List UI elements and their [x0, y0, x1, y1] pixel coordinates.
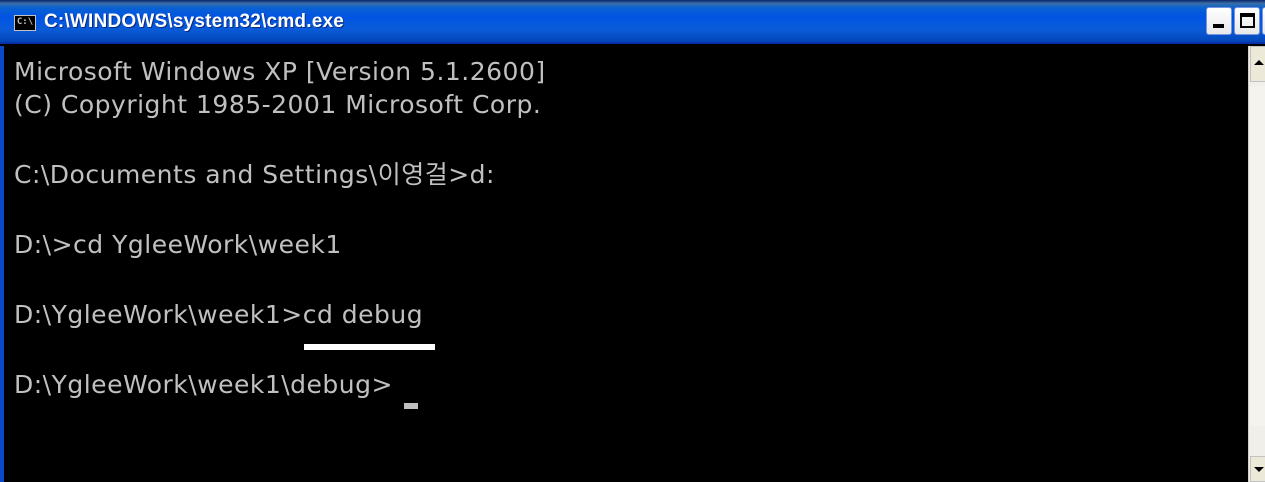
- arrow-up-icon: [1254, 60, 1264, 65]
- cmd-app-icon[interactable]: C:\: [14, 15, 36, 31]
- console-line: D:\YgleeWork\week1>cd debug: [14, 300, 424, 329]
- maximize-button[interactable]: [1234, 7, 1260, 35]
- scrollbar-track[interactable]: [1250, 86, 1265, 426]
- console-line: Microsoft Windows XP [Version 5.1.2600]: [14, 57, 546, 86]
- console-output[interactable]: Microsoft Windows XP [Version 5.1.2600] …: [0, 46, 1248, 482]
- console-line: D:\>cd YgleeWork\week1: [14, 230, 342, 259]
- console-line: C:\Documents and Settings\이영걸>d:: [14, 160, 495, 189]
- console-prompt-line: D:\YgleeWork\week1\debug>: [14, 370, 393, 399]
- maximize-icon: [1240, 13, 1255, 28]
- arrow-down-icon: [1254, 467, 1264, 472]
- window-title: C:\WINDOWS\system32\cmd.exe: [44, 11, 344, 32]
- title-bar[interactable]: C:\ C:\WINDOWS\system32\cmd.exe ×: [0, 0, 1265, 44]
- console-line: (C) Copyright 1985-2001 Microsoft Corp.: [14, 90, 542, 119]
- minimize-icon: [1213, 24, 1224, 28]
- vertical-scrollbar[interactable]: [1248, 46, 1265, 482]
- scroll-up-button[interactable]: [1250, 46, 1265, 82]
- text-cursor: [404, 403, 418, 409]
- minimize-button[interactable]: [1206, 7, 1232, 35]
- scroll-down-button[interactable]: [1250, 456, 1265, 482]
- cmd-window: C:\ C:\WINDOWS\system32\cmd.exe × Micros…: [0, 0, 1265, 482]
- highlight-underline: [304, 344, 435, 350]
